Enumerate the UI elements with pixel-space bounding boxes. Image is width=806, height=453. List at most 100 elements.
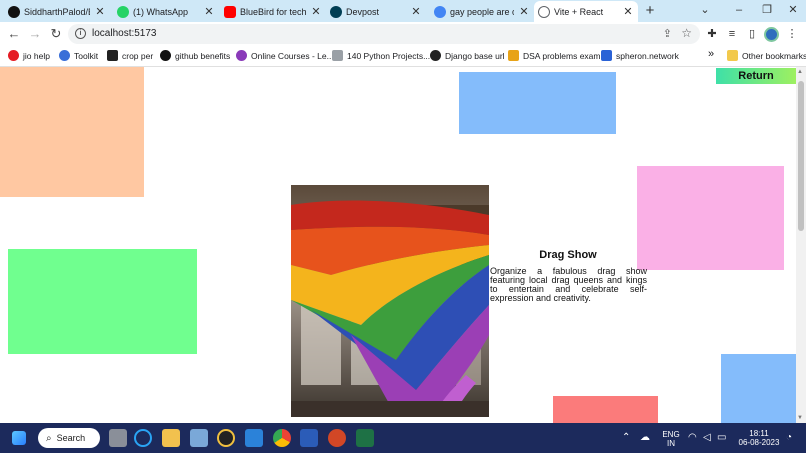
bookmark-label: crop per [122, 51, 153, 61]
forward-icon[interactable]: → [26, 25, 44, 43]
scroll-up-icon[interactable]: ▲ [797, 69, 803, 75]
menu-icon[interactable]: ⋮ [784, 26, 800, 42]
battery-icon[interactable]: ▭ [717, 432, 726, 443]
event-title: Drag Show [490, 249, 646, 261]
wifi-icon[interactable]: ◠ [688, 432, 697, 443]
crop-icon [107, 50, 118, 61]
bookmark-github-benefits[interactable]: github benefits [160, 50, 230, 61]
onedrive-icon[interactable]: ☁ [640, 432, 650, 443]
tab-github[interactable]: SiddharthPalod/Blu ✕ [4, 1, 110, 22]
bookmark-spheron[interactable]: spheron.network [601, 50, 679, 61]
jio-icon [8, 50, 19, 61]
folder-icon [727, 50, 738, 61]
clock[interactable]: 18:11 06-08-2023 [736, 429, 782, 447]
bookmark-star-icon[interactable]: ☆ [681, 26, 692, 40]
info-icon[interactable]: i [75, 28, 86, 39]
bookmark-label: DSA problems exam [523, 51, 600, 61]
close-icon[interactable]: ✕ [518, 5, 530, 18]
green-decor-block [8, 249, 197, 354]
language-indicator[interactable]: ENG IN [660, 430, 682, 448]
close-window-button[interactable]: ✕ [776, 0, 806, 22]
tab-title: SiddharthPalod/Blu [24, 7, 90, 17]
github-icon [160, 50, 171, 61]
volume-icon[interactable]: ◁ [703, 432, 711, 443]
profile-avatar[interactable] [764, 27, 779, 42]
tab-youtube[interactable]: BlueBird for techtor ✕ [220, 1, 326, 22]
pride-flag-photo [291, 185, 489, 417]
whatsapp-icon [117, 6, 129, 18]
chevron-up-icon[interactable]: ⌃ [622, 432, 630, 443]
file-explorer-icon[interactable] [162, 429, 180, 447]
media-player-icon[interactable] [217, 429, 235, 447]
taskbar-search[interactable]: ⌕ Search [38, 428, 100, 448]
tab-title: Devpost [346, 7, 406, 17]
extensions-icon[interactable]: ✚ [704, 26, 720, 42]
bookmark-label: 140 Python Projects... [347, 51, 430, 61]
tab-devpost[interactable]: Devpost ✕ [326, 1, 426, 22]
red-decor-block [553, 396, 658, 423]
windows-taskbar: ⌕ Search ⌃ ☁ ENG IN ◠ ◁ ▭ 18:11 06-08-20… [0, 423, 806, 453]
toolkit-icon [59, 50, 70, 61]
github-icon [8, 6, 20, 18]
close-icon[interactable]: ✕ [203, 5, 215, 18]
bookmark-label: spheron.network [616, 51, 679, 61]
page-viewport: Return Dra [0, 67, 796, 423]
close-icon[interactable]: ✕ [622, 5, 634, 18]
bookmark-toolkit[interactable]: Toolkit [59, 50, 98, 61]
bookmark-django[interactable]: Django base url [430, 50, 505, 61]
bookmark-crop-per[interactable]: crop per [107, 50, 153, 61]
more-bookmarks-button[interactable]: » [708, 48, 714, 60]
doc-icon [332, 50, 343, 61]
django-icon [430, 50, 441, 61]
tab-title: BlueBird for techtor [240, 7, 306, 17]
clock-time: 18:11 [736, 429, 782, 438]
tab-title: gay people are calle [450, 7, 514, 17]
tab-vite-react[interactable]: Vite + React ✕ [534, 1, 638, 22]
youtube-icon [224, 6, 236, 18]
vscode-icon[interactable] [245, 429, 263, 447]
share-icon[interactable]: ⇪ [663, 27, 672, 40]
reading-list-icon[interactable]: ≡ [724, 26, 740, 42]
search-label: Search [57, 433, 86, 443]
new-tab-button[interactable]: + [640, 1, 660, 21]
toolbar: ← → ↻ i localhost:5173 ⇪ ☆ ✚ ≡ ▯ ⋮ [0, 22, 806, 46]
chrome-icon[interactable] [273, 429, 291, 447]
notifications-icon[interactable]: ◔ [786, 432, 792, 443]
word-icon[interactable] [300, 429, 318, 447]
tab-whatsapp[interactable]: (1) WhatsApp ✕ [113, 1, 219, 22]
tab-google[interactable]: gay people are calle ✕ [430, 1, 534, 22]
url-text[interactable]: localhost:5173 [92, 28, 157, 39]
task-view-icon[interactable] [109, 429, 127, 447]
bookmark-label: Toolkit [74, 51, 98, 61]
language-code: ENG [660, 430, 682, 439]
close-icon[interactable]: ✕ [310, 5, 322, 18]
dsa-icon [508, 50, 519, 61]
devpost-icon [330, 6, 342, 18]
excel-icon[interactable] [356, 429, 374, 447]
page-scrollbar[interactable]: ▲ ▼ [796, 67, 806, 423]
bookmark-jio-help[interactable]: jio help [8, 50, 50, 61]
peach-decor-block [0, 67, 144, 197]
side-panel-icon[interactable]: ▯ [744, 26, 760, 42]
scroll-down-icon[interactable]: ▼ [797, 415, 803, 421]
tab-search-button[interactable]: ⌄ [688, 0, 722, 22]
powerpoint-icon[interactable] [328, 429, 346, 447]
bookmark-dsa[interactable]: DSA problems exam [508, 50, 600, 61]
bookmarks-bar: jio help Toolkit crop per github benefit… [0, 46, 806, 67]
cortana-icon[interactable] [134, 429, 152, 447]
other-bookmarks-folder[interactable]: Other bookmarks [727, 50, 806, 61]
search-icon: ⌕ [46, 433, 52, 444]
bookmark-python-projects[interactable]: 140 Python Projects... [332, 50, 430, 61]
tab-strip: SiddharthPalod/Blu ✕ (1) WhatsApp ✕ Blue… [0, 0, 806, 22]
back-icon[interactable]: ← [5, 25, 23, 43]
scrollbar-thumb[interactable] [798, 81, 804, 231]
return-button[interactable]: Return [716, 68, 796, 84]
reload-icon[interactable]: ↻ [47, 25, 65, 43]
spheron-icon [601, 50, 612, 61]
bookmark-online-courses[interactable]: Online Courses - Le... [236, 50, 334, 61]
photos-icon[interactable] [190, 429, 208, 447]
close-icon[interactable]: ✕ [410, 5, 422, 18]
address-bar[interactable]: i localhost:5173 ⇪ ☆ [68, 24, 700, 44]
close-icon[interactable]: ✕ [94, 5, 106, 18]
windows-start-icon[interactable] [12, 431, 26, 445]
